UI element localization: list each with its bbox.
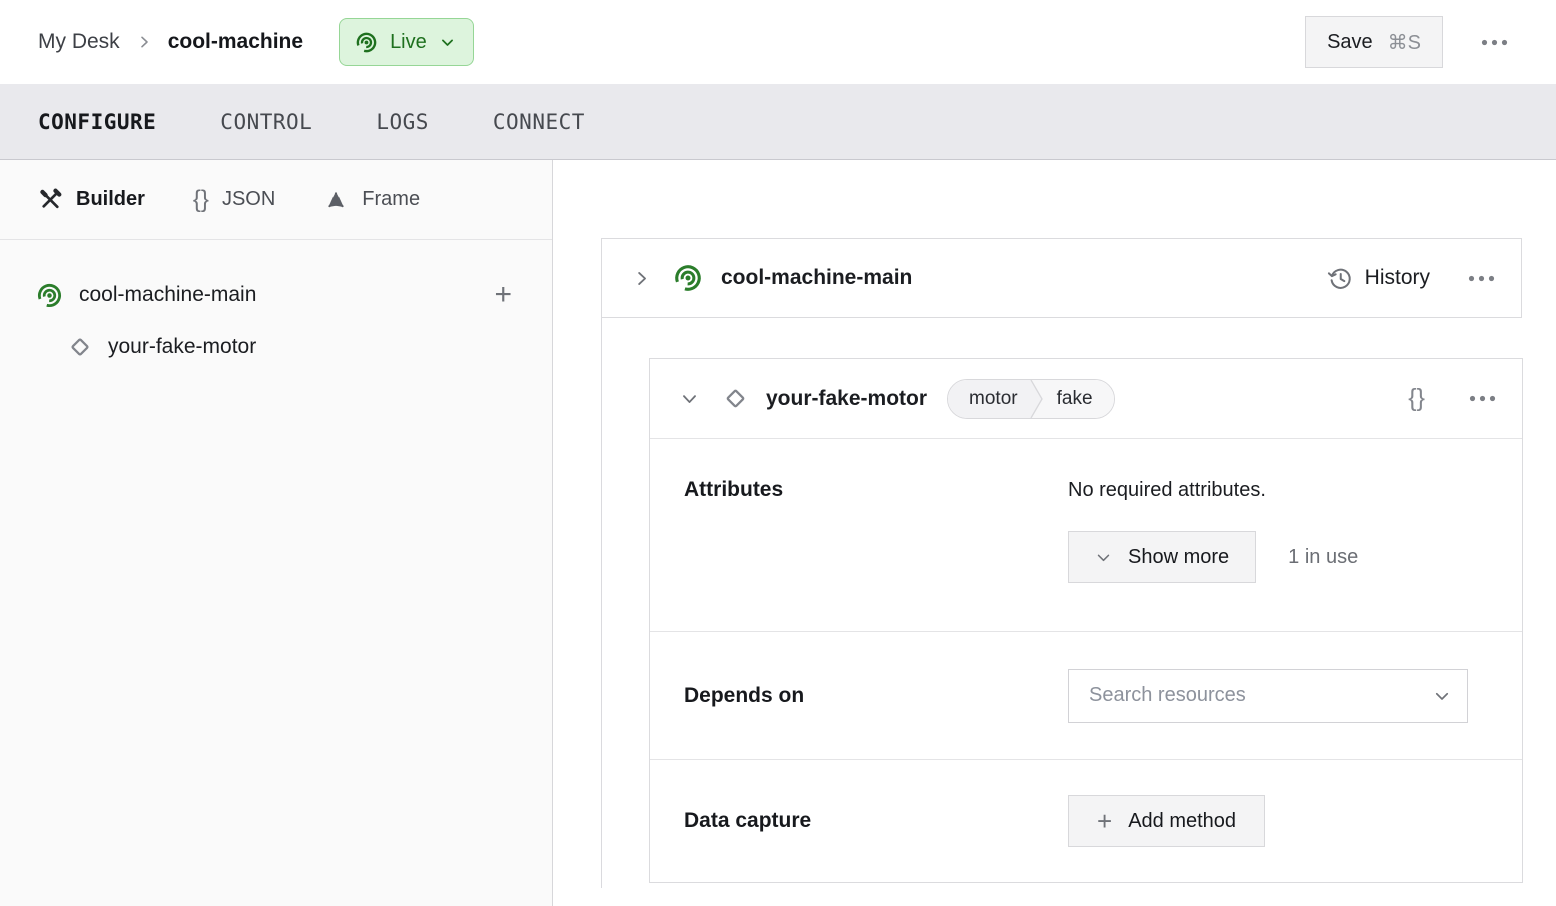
chevron-right-icon: [136, 34, 152, 50]
data-capture-label: Data capture: [684, 809, 812, 832]
save-button-label: Save: [1327, 30, 1373, 53]
plus-icon: +: [1097, 806, 1113, 836]
search-resources-input[interactable]: [1089, 684, 1433, 707]
mode-frame[interactable]: Frame: [323, 187, 420, 213]
tab-logs[interactable]: LOGS: [376, 110, 429, 134]
badge-divider: [1029, 379, 1045, 418]
add-method-button[interactable]: + Add method: [1068, 795, 1266, 847]
component-diamond-icon: [66, 333, 94, 361]
ellipsis-icon: [1481, 39, 1508, 45]
machine-status-label: Live: [390, 30, 427, 53]
tree-item-component[interactable]: your-fake-motor: [0, 321, 552, 373]
frame-axes-icon: [323, 187, 349, 213]
history-label: History: [1364, 266, 1430, 289]
show-more-button[interactable]: Show more: [1068, 531, 1257, 583]
resource-tree: cool-machine-main + your-fake-motor: [0, 240, 552, 373]
expand-chevron-right-icon[interactable]: [632, 269, 651, 288]
component-type-badge: motor fake: [947, 378, 1115, 419]
component-title: your-fake-motor: [766, 386, 928, 410]
machine-card-menu-button[interactable]: [1468, 275, 1495, 282]
config-main-panel: cool-machine-main History your-fake-moto…: [553, 160, 1556, 906]
tools-icon: [38, 187, 63, 212]
mode-builder[interactable]: Builder: [38, 187, 145, 212]
component-card-menu-button[interactable]: [1469, 395, 1496, 402]
badge-model: fake: [1044, 379, 1114, 418]
breadcrumb: My Desk cool-machine: [38, 30, 303, 54]
save-button[interactable]: Save ⌘S: [1305, 16, 1443, 68]
breadcrumb-root-link[interactable]: My Desk: [38, 30, 120, 54]
component-diamond-icon: [721, 384, 750, 413]
machine-part-card: cool-machine-main History: [601, 238, 1522, 318]
add-resource-button[interactable]: +: [494, 280, 512, 310]
attributes-section: Attributes No required attributes. Show …: [650, 439, 1522, 631]
depends-on-select[interactable]: [1068, 668, 1468, 723]
attributes-usage-text: 1 in use: [1288, 545, 1359, 568]
tree-connector-line: [601, 318, 602, 888]
chevron-down-icon: [1095, 549, 1112, 566]
chevron-down-icon: [439, 34, 456, 51]
config-sidebar: Builder {} JSON Frame cool-machine-main …: [0, 160, 553, 906]
primary-nav-tabs: CONFIGURE CONTROL LOGS CONNECT: [0, 84, 1556, 160]
breadcrumb-current: cool-machine: [167, 30, 304, 53]
json-braces-icon: {}: [192, 185, 209, 213]
tree-item-machine-part[interactable]: cool-machine-main +: [0, 269, 552, 321]
depends-on-section: Depends on: [650, 631, 1522, 759]
show-more-label: Show more: [1128, 545, 1230, 568]
mode-json[interactable]: {} JSON: [192, 185, 276, 213]
ellipsis-icon: [1469, 395, 1496, 402]
mode-frame-label: Frame: [362, 188, 421, 210]
attributes-label: Attributes: [684, 478, 784, 501]
machine-live-icon: [355, 30, 379, 54]
component-card: your-fake-motor motor fake {} Attributes: [649, 358, 1523, 883]
attributes-empty-text: No required attributes.: [1068, 479, 1266, 501]
component-card-header: your-fake-motor motor fake {}: [650, 359, 1522, 439]
sidebar-mode-switcher: Builder {} JSON Frame: [0, 160, 552, 240]
data-capture-section: Data capture + Add method: [650, 759, 1522, 882]
save-shortcut-hint: ⌘S: [1387, 31, 1421, 54]
mode-builder-label: Builder: [76, 188, 145, 210]
machine-part-title: cool-machine-main: [721, 266, 913, 289]
machine-status-dropdown[interactable]: Live: [339, 18, 474, 66]
tab-control[interactable]: CONTROL: [220, 110, 312, 134]
top-header: My Desk cool-machine Live Save ⌘S: [0, 0, 1556, 84]
header-overflow-menu-button[interactable]: [1481, 39, 1508, 46]
select-chevron-down-icon: [1433, 687, 1451, 705]
machine-part-icon: [673, 263, 703, 293]
tab-configure[interactable]: CONFIGURE: [38, 110, 156, 134]
history-button[interactable]: History: [1326, 265, 1430, 292]
add-method-label: Add method: [1128, 809, 1237, 832]
tree-child-label: your-fake-motor: [108, 335, 257, 358]
machine-part-icon: [36, 281, 63, 309]
tab-connect[interactable]: CONNECT: [493, 110, 585, 134]
badge-type: motor: [948, 379, 1030, 418]
edit-json-braces-icon[interactable]: {}: [1408, 386, 1425, 411]
collapse-chevron-down-icon[interactable]: [680, 389, 699, 408]
history-icon: [1326, 265, 1353, 292]
ellipsis-icon: [1468, 275, 1495, 281]
mode-json-label: JSON: [221, 188, 276, 210]
tree-root-label: cool-machine-main: [79, 283, 257, 306]
depends-on-label: Depends on: [684, 683, 805, 707]
